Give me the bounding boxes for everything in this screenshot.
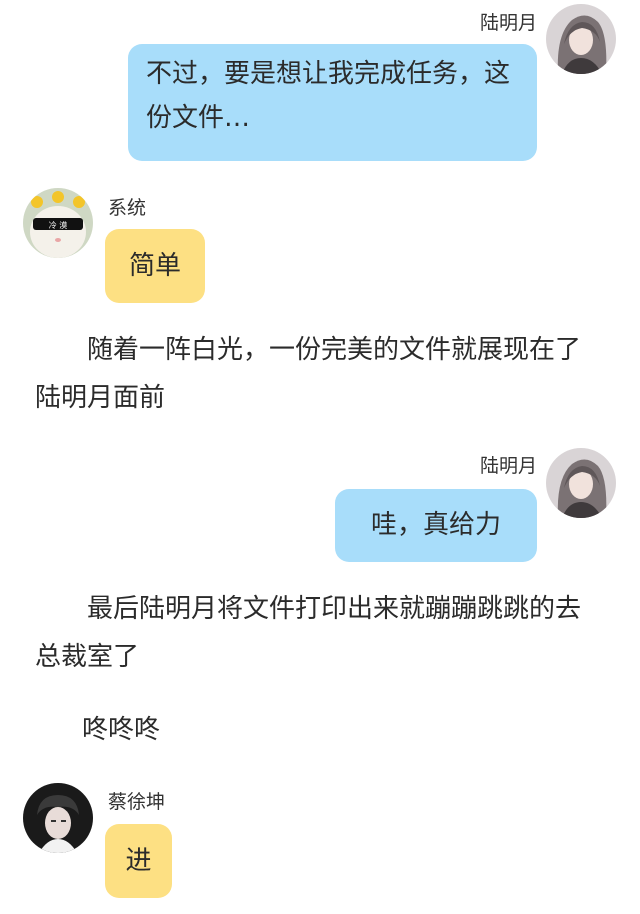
boy-avatar[interactable] [23,783,93,853]
boy-avatar-icon [23,783,93,853]
girl-avatar[interactable] [546,4,616,74]
narration-text: 随着一阵白光，一份完美的文件就展现在了陆明月面前 [35,335,582,413]
narration-text: 咚咚咚 [82,715,161,745]
girl-avatar-icon [546,448,616,518]
message-text: 进 [125,846,152,876]
sender-name: 蔡徐坤 [108,791,166,813]
cat-sunglasses-icon: 冷 漠 [23,188,93,258]
sender-name: 系统 [108,197,147,219]
message-bubble: 不过，要是想让我完成任务，这份文件… [128,44,537,161]
girl-avatar-icon [546,4,616,74]
message-bubble: 进 [105,824,172,898]
message-text: 不过，要是想让我完成任务，这份文件… [146,59,511,133]
sunglasses-text: 冷 漠 [49,220,68,230]
girl-avatar[interactable] [546,448,616,518]
message-text: 简单 [128,251,181,281]
message-bubble: 简单 [105,229,205,303]
narration-text: 最后陆明月将文件打印出来就蹦蹦跳跳的去总裁室了 [35,594,582,672]
message-bubble: 哇，真给力 [335,489,537,562]
sender-name: 陆明月 [479,455,537,477]
message-text: 哇，真给力 [370,510,501,540]
sender-name: 陆明月 [479,12,537,34]
cat-sunglasses-avatar[interactable]: 冷 漠 [23,188,93,258]
